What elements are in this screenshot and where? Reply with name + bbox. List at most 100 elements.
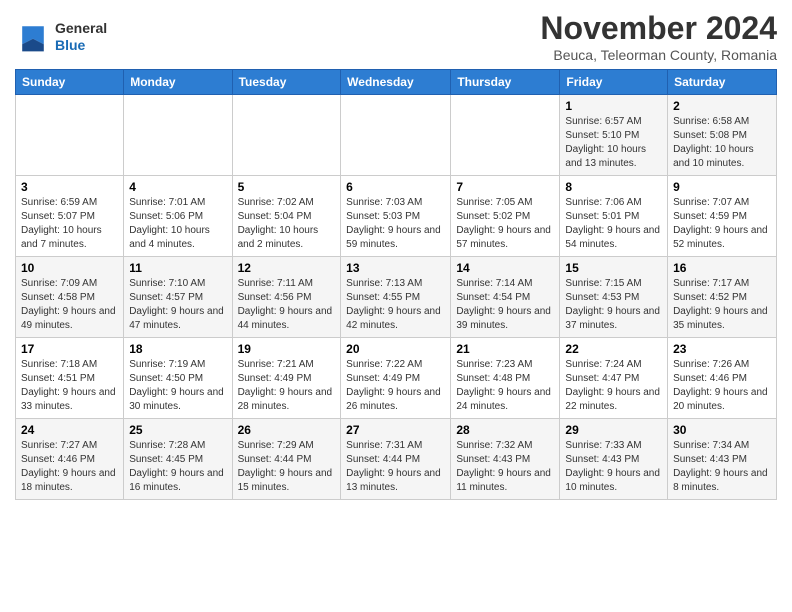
day-number: 26 — [238, 423, 336, 437]
day-detail: Sunrise: 7:31 AM Sunset: 4:44 PM Dayligh… — [346, 439, 445, 495]
calendar-cell: 2 Sunrise: 6:58 AM Sunset: 5:08 PM Daylig… — [668, 95, 777, 176]
day-number: 9 — [673, 180, 771, 194]
day-detail: Sunrise: 7:03 AM Sunset: 5:03 PM Dayligh… — [346, 196, 445, 252]
calendar-cell: 24 Sunrise: 7:27 AM Sunset: 4:46 PM Dayli… — [16, 419, 124, 500]
calendar-cell: 3Sunrise: 6:59 AM Sunset: 5:07 PM Daylig… — [16, 176, 124, 257]
calendar-cell: 1 Sunrise: 6:57 AM Sunset: 5:10 PM Daylig… — [560, 95, 668, 176]
day-number: 17 — [21, 342, 118, 356]
day-detail: Sunrise: 7:27 AM Sunset: 4:46 PM Dayligh… — [21, 439, 118, 495]
day-detail: Sunrise: 7:24 AM Sunset: 4:47 PM Dayligh… — [565, 358, 662, 414]
day-detail: Sunrise: 7:29 AM Sunset: 4:44 PM Dayligh… — [238, 439, 336, 495]
day-number: 29 — [565, 423, 662, 437]
calendar-cell — [232, 95, 341, 176]
calendar-cell: 20Sunrise: 7:22 AM Sunset: 4:49 PM Dayli… — [341, 338, 451, 419]
day-number: 8 — [565, 180, 662, 194]
day-number: 28 — [456, 423, 554, 437]
calendar-cell: 16Sunrise: 7:17 AM Sunset: 4:52 PM Dayli… — [668, 257, 777, 338]
day-detail: Sunrise: 7:13 AM Sunset: 4:55 PM Dayligh… — [346, 277, 445, 333]
day-detail: Sunrise: 7:07 AM Sunset: 4:59 PM Dayligh… — [673, 196, 771, 252]
day-number: 7 — [456, 180, 554, 194]
day-number: 27 — [346, 423, 445, 437]
calendar-cell: 22 Sunrise: 7:24 AM Sunset: 4:47 PM Dayli… — [560, 338, 668, 419]
header-cell-thursday: Thursday — [451, 70, 560, 95]
day-detail: Sunrise: 7:34 AM Sunset: 4:43 PM Dayligh… — [673, 439, 771, 495]
day-number: 23 — [673, 342, 771, 356]
day-number: 13 — [346, 261, 445, 275]
day-detail: Sunrise: 7:28 AM Sunset: 4:45 PM Dayligh… — [129, 439, 226, 495]
logo-icon — [15, 19, 51, 55]
calendar-cell: 15 Sunrise: 7:15 AM Sunset: 4:53 PM Dayli… — [560, 257, 668, 338]
day-detail: Sunrise: 7:14 AM Sunset: 4:54 PM Dayligh… — [456, 277, 554, 333]
title-block: November 2024 Beuca, Teleorman County, R… — [540, 10, 777, 63]
calendar-cell: 27 Sunrise: 7:31 AM Sunset: 4:44 PM Dayli… — [341, 419, 451, 500]
day-detail: Sunrise: 7:26 AM Sunset: 4:46 PM Dayligh… — [673, 358, 771, 414]
calendar-cell — [16, 95, 124, 176]
week-row-4: 24 Sunrise: 7:27 AM Sunset: 4:46 PM Dayli… — [16, 419, 777, 500]
calendar-cell: 11Sunrise: 7:10 AM Sunset: 4:57 PM Dayli… — [124, 257, 232, 338]
day-detail: Sunrise: 7:17 AM Sunset: 4:52 PM Dayligh… — [673, 277, 771, 333]
calendar-cell: 17 Sunrise: 7:18 AM Sunset: 4:51 PM Dayli… — [16, 338, 124, 419]
day-detail: Sunrise: 6:58 AM Sunset: 5:08 PM Dayligh… — [673, 115, 771, 171]
day-number: 15 — [565, 261, 662, 275]
header-cell-tuesday: Tuesday — [232, 70, 341, 95]
page-header: General Blue November 2024 Beuca, Teleor… — [15, 10, 777, 63]
day-detail: Sunrise: 7:32 AM Sunset: 4:43 PM Dayligh… — [456, 439, 554, 495]
week-row-3: 17 Sunrise: 7:18 AM Sunset: 4:51 PM Dayli… — [16, 338, 777, 419]
day-detail: Sunrise: 7:33 AM Sunset: 4:43 PM Dayligh… — [565, 439, 662, 495]
calendar-table: SundayMondayTuesdayWednesdayThursdayFrid… — [15, 69, 777, 500]
day-detail: Sunrise: 7:18 AM Sunset: 4:51 PM Dayligh… — [21, 358, 118, 414]
day-number: 14 — [456, 261, 554, 275]
day-number: 18 — [129, 342, 226, 356]
calendar-cell: 21Sunrise: 7:23 AM Sunset: 4:48 PM Dayli… — [451, 338, 560, 419]
day-detail: Sunrise: 7:19 AM Sunset: 4:50 PM Dayligh… — [129, 358, 226, 414]
day-number: 1 — [565, 99, 662, 113]
header-cell-saturday: Saturday — [668, 70, 777, 95]
day-detail: Sunrise: 7:09 AM Sunset: 4:58 PM Dayligh… — [21, 277, 118, 333]
day-detail: Sunrise: 7:06 AM Sunset: 5:01 PM Dayligh… — [565, 196, 662, 252]
week-row-1: 3Sunrise: 6:59 AM Sunset: 5:07 PM Daylig… — [16, 176, 777, 257]
day-detail: Sunrise: 7:02 AM Sunset: 5:04 PM Dayligh… — [238, 196, 336, 252]
calendar-header: SundayMondayTuesdayWednesdayThursdayFrid… — [16, 70, 777, 95]
calendar-cell — [124, 95, 232, 176]
day-detail: Sunrise: 6:57 AM Sunset: 5:10 PM Dayligh… — [565, 115, 662, 171]
calendar-cell: 13 Sunrise: 7:13 AM Sunset: 4:55 PM Dayli… — [341, 257, 451, 338]
day-number: 2 — [673, 99, 771, 113]
day-number: 24 — [21, 423, 118, 437]
header-cell-friday: Friday — [560, 70, 668, 95]
calendar-cell: 18 Sunrise: 7:19 AM Sunset: 4:50 PM Dayli… — [124, 338, 232, 419]
header-row: SundayMondayTuesdayWednesdayThursdayFrid… — [16, 70, 777, 95]
day-detail: Sunrise: 7:01 AM Sunset: 5:06 PM Dayligh… — [129, 196, 226, 252]
day-detail: Sunrise: 7:21 AM Sunset: 4:49 PM Dayligh… — [238, 358, 336, 414]
header-cell-wednesday: Wednesday — [341, 70, 451, 95]
calendar-cell: 10 Sunrise: 7:09 AM Sunset: 4:58 PM Dayli… — [16, 257, 124, 338]
calendar-cell: 30Sunrise: 7:34 AM Sunset: 4:43 PM Dayli… — [668, 419, 777, 500]
calendar-cell: 29 Sunrise: 7:33 AM Sunset: 4:43 PM Dayli… — [560, 419, 668, 500]
day-number: 12 — [238, 261, 336, 275]
day-detail: Sunrise: 7:11 AM Sunset: 4:56 PM Dayligh… — [238, 277, 336, 333]
calendar-cell: 6 Sunrise: 7:03 AM Sunset: 5:03 PM Daylig… — [341, 176, 451, 257]
day-detail: Sunrise: 7:15 AM Sunset: 4:53 PM Dayligh… — [565, 277, 662, 333]
calendar-cell: 8 Sunrise: 7:06 AM Sunset: 5:01 PM Daylig… — [560, 176, 668, 257]
week-row-2: 10 Sunrise: 7:09 AM Sunset: 4:58 PM Dayli… — [16, 257, 777, 338]
logo-line2: Blue — [55, 37, 107, 54]
month-title: November 2024 — [540, 10, 777, 47]
day-number: 22 — [565, 342, 662, 356]
header-cell-monday: Monday — [124, 70, 232, 95]
logo-line1: General — [55, 20, 107, 37]
day-number: 20 — [346, 342, 445, 356]
logo: General Blue — [15, 19, 107, 55]
day-number: 19 — [238, 342, 336, 356]
day-number: 10 — [21, 261, 118, 275]
calendar-cell: 25Sunrise: 7:28 AM Sunset: 4:45 PM Dayli… — [124, 419, 232, 500]
day-number: 6 — [346, 180, 445, 194]
calendar-cell: 7Sunrise: 7:05 AM Sunset: 5:02 PM Daylig… — [451, 176, 560, 257]
calendar-cell — [341, 95, 451, 176]
day-number: 5 — [238, 180, 336, 194]
calendar-cell: 9 Sunrise: 7:07 AM Sunset: 4:59 PM Daylig… — [668, 176, 777, 257]
calendar-body: 1 Sunrise: 6:57 AM Sunset: 5:10 PM Daylig… — [16, 95, 777, 500]
calendar-cell: 14 Sunrise: 7:14 AM Sunset: 4:54 PM Dayli… — [451, 257, 560, 338]
calendar-cell: 12 Sunrise: 7:11 AM Sunset: 4:56 PM Dayli… — [232, 257, 341, 338]
calendar-cell: 4Sunrise: 7:01 AM Sunset: 5:06 PM Daylig… — [124, 176, 232, 257]
logo-text: General Blue — [55, 20, 107, 54]
location-subtitle: Beuca, Teleorman County, Romania — [540, 47, 777, 63]
